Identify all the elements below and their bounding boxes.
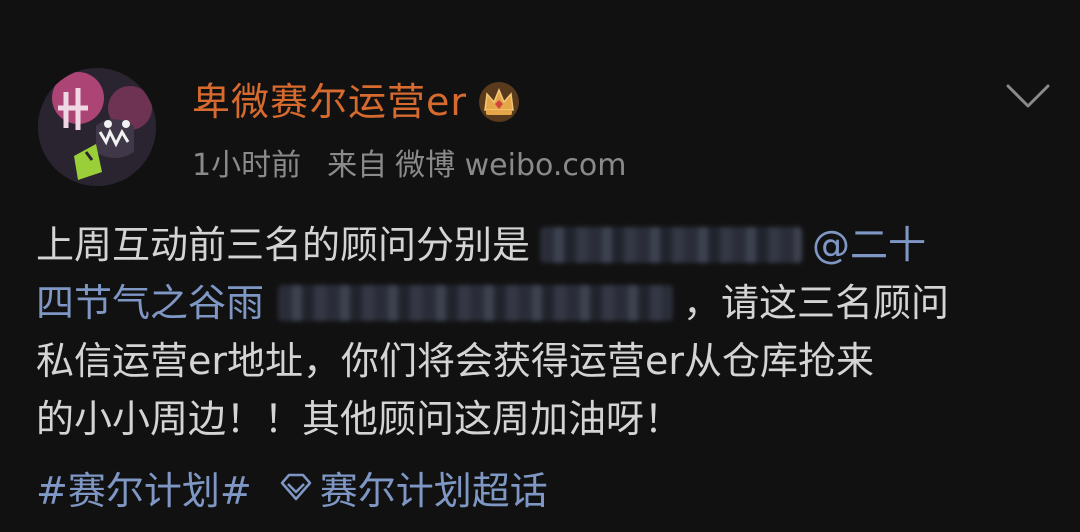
crown-icon[interactable] <box>477 80 521 124</box>
post-time: 1小时前 <box>192 148 302 183</box>
chevron-down-icon[interactable] <box>1002 78 1054 114</box>
username[interactable]: 卑微赛尔运营er <box>192 74 467 130</box>
hashtag-row: #赛尔计划# 赛尔计划超话 <box>36 460 548 514</box>
redacted-mention-2 <box>278 284 674 321</box>
avatar-image <box>38 68 156 186</box>
hashtag-link[interactable]: #赛尔计划# <box>36 460 252 515</box>
content-line-2: 四节气之谷雨 ，请这三名顾问 <box>36 274 1046 332</box>
source-prefix: 来自 <box>327 148 388 183</box>
source-name: 微博 weibo.com <box>395 148 627 183</box>
username-row: 卑微赛尔运营er <box>192 74 521 130</box>
content-line-4: 的小小周边！！其他顾问这周加油呀！ <box>36 390 1046 448</box>
super-topic-link[interactable]: 赛尔计划超话 <box>278 460 548 515</box>
content-line-1: 上周互动前三名的顾问分别是 @二十 <box>36 216 1046 274</box>
content-text-1: 上周互动前三名的顾问分别是 <box>36 223 531 267</box>
avatar[interactable] <box>38 68 156 186</box>
super-topic-label: 赛尔计划超话 <box>319 468 548 513</box>
mention-link[interactable]: @二十 <box>812 223 926 267</box>
redacted-mention-1 <box>540 226 803 263</box>
weibo-post-card: 卑微赛尔运营er 1小时前 来自 微博 weibo.com 上周互动前三名的顾问… <box>0 0 1080 532</box>
post-meta: 1小时前 来自 微博 weibo.com <box>192 140 626 184</box>
content-line-3: 私信运营er地址，你们将会获得运营er从仓库抢来 <box>36 332 1046 390</box>
diamond-icon <box>280 473 311 501</box>
content-text-3: 私信运营er地址，你们将会获得运营er从仓库抢来 <box>36 339 875 383</box>
mention-link-continued[interactable]: 四节气之谷雨 <box>36 281 264 325</box>
content-text-2: ，请这三名顾问 <box>683 281 950 325</box>
content-text-4: 的小小周边！！其他顾问这周加油呀！ <box>36 397 683 441</box>
post-content: 上周互动前三名的顾问分别是 @二十 四节气之谷雨 ，请这三名顾问 私信运营er地址，… <box>36 216 1046 448</box>
